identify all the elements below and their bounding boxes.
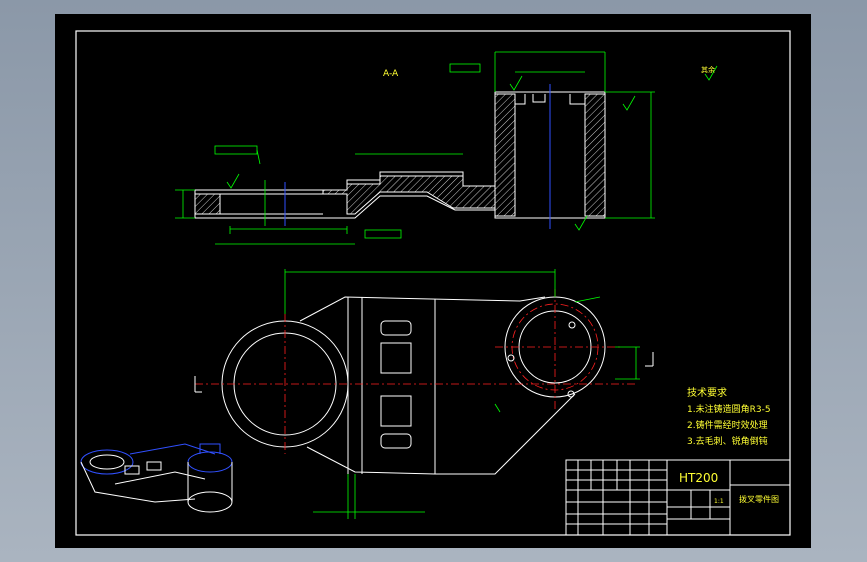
roughness-rest-label: 其余 [701, 65, 715, 74]
top-view [194, 269, 654, 519]
section-label: A-A [383, 69, 399, 79]
tech-req-item-2: 2.铸件需经时效处理 [687, 419, 768, 431]
part-name-label: 拨叉零件图 [739, 494, 779, 504]
title-block: HT200 拨叉零件图 1:1 [565, 459, 791, 536]
tech-req-title: 技术要求 [687, 386, 727, 399]
drawing-sheet: A-A 其余 技术要求 1.未注铸造圆角R3-5 2.铸件需经时效处理 3.去毛… [55, 14, 811, 548]
tech-req-item-1: 1.未注铸造圆角R3-5 [687, 403, 771, 415]
cad-viewport: A-A 其余 技术要求 1.未注铸造圆角R3-5 2.铸件需经时效处理 3.去毛… [0, 0, 867, 562]
technical-requirements: 技术要求 1.未注铸造圆角R3-5 2.铸件需经时效处理 3.去毛刺、锐角倒钝 [687, 386, 771, 447]
section-view: A-A 其余 [175, 51, 718, 245]
scale-label: 1:1 [714, 498, 724, 505]
material-label: HT200 [679, 471, 718, 485]
tech-req-item-3: 3.去毛刺、锐角倒钝 [687, 435, 768, 447]
isometric-view [80, 443, 233, 513]
drawing-frame [75, 30, 791, 536]
drawing-canvas: A-A 其余 技术要求 1.未注铸造圆角R3-5 2.铸件需经时效处理 3.去毛… [75, 30, 791, 536]
